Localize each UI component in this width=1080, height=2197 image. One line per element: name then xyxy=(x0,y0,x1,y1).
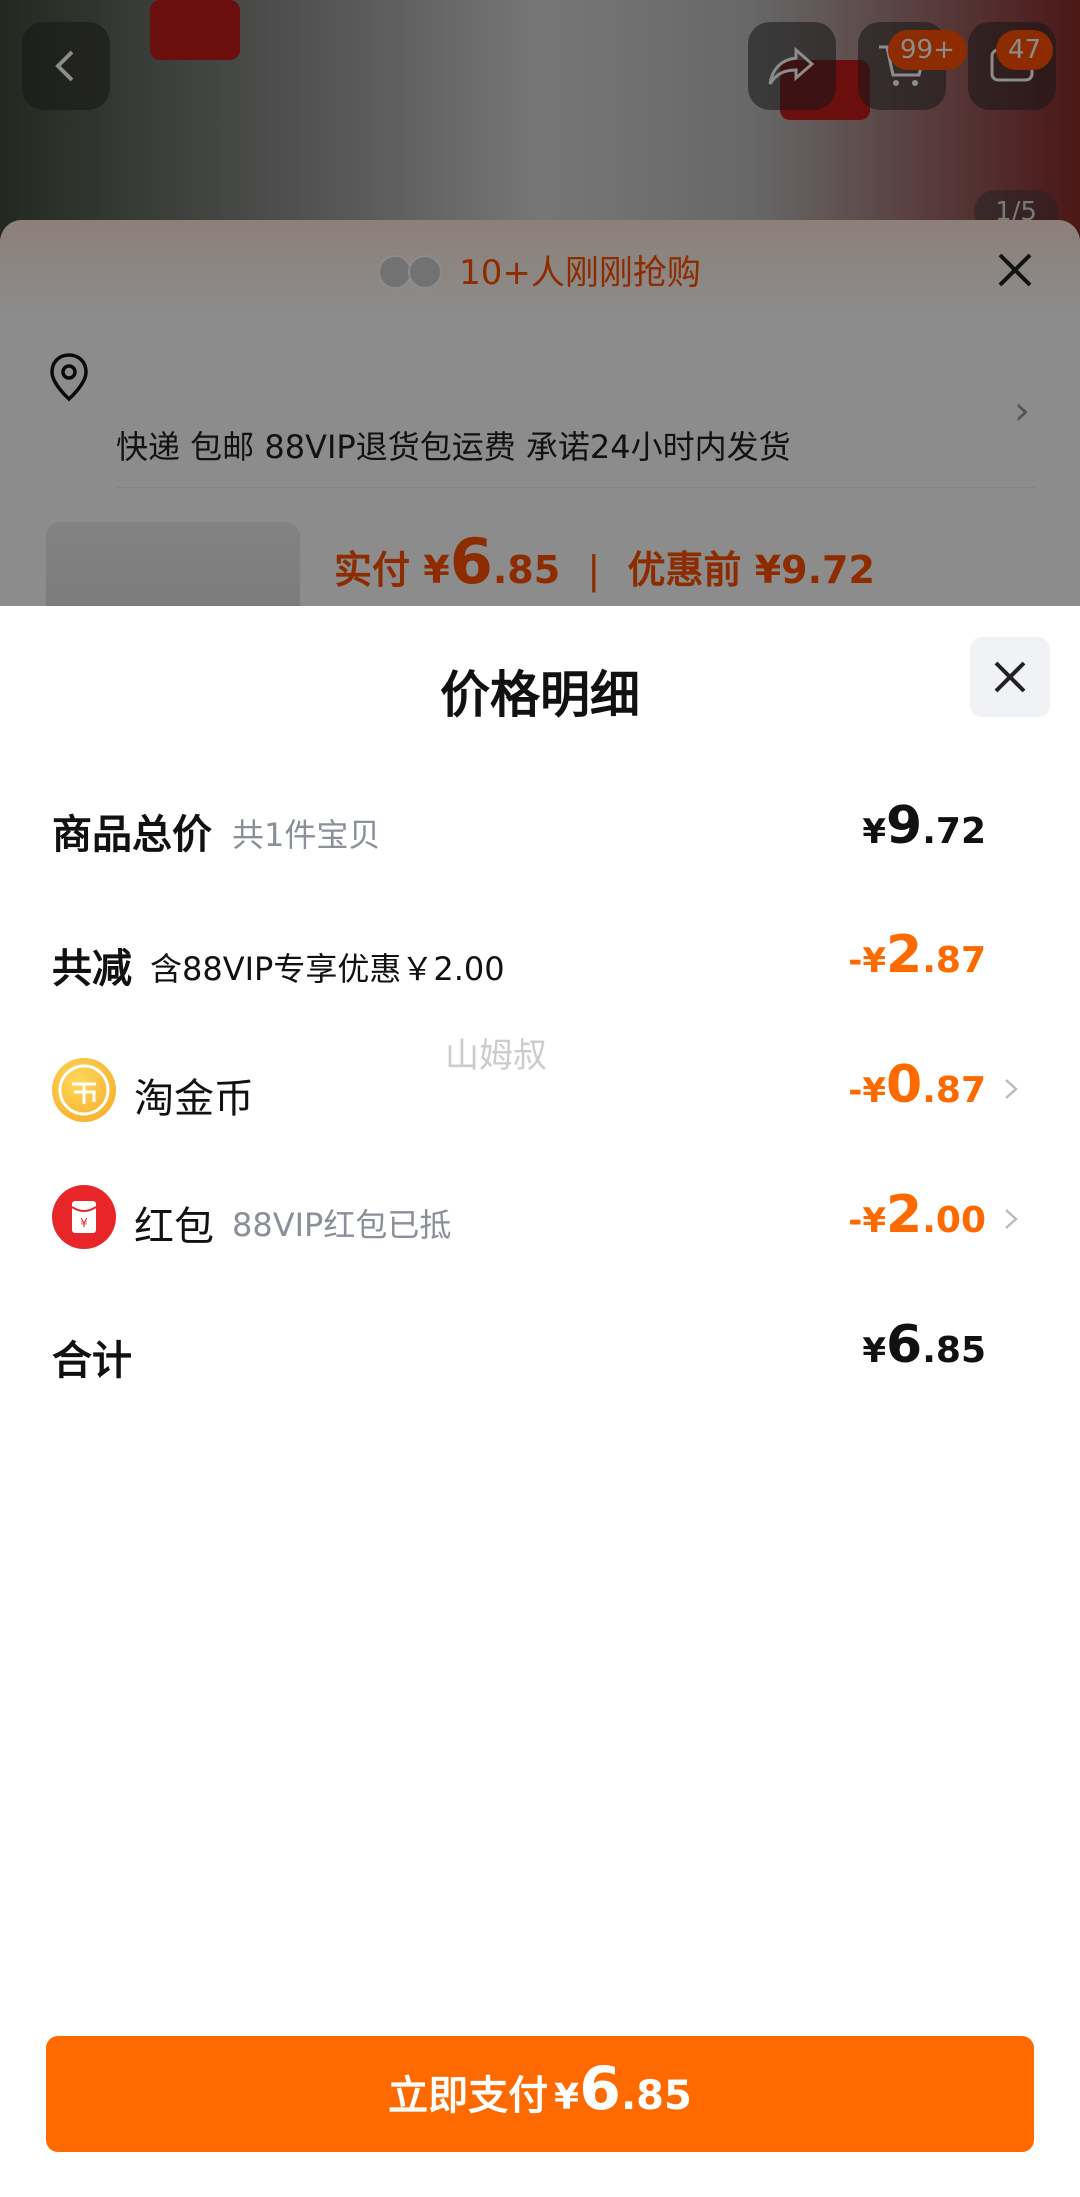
pay-currency: ¥ xyxy=(554,2077,580,2118)
currency: ¥ xyxy=(862,812,887,852)
red-packet-icon: ¥ xyxy=(52,1185,116,1249)
chevron-right-icon[interactable] xyxy=(1000,1208,1022,1230)
red-packet-label[interactable]: 红包 xyxy=(134,1194,214,1252)
goods-count: 共1件宝贝 xyxy=(232,816,381,854)
amount-dec: .87 xyxy=(922,1070,986,1111)
amount-dec: .87 xyxy=(922,940,986,981)
goods-total-amount: ¥9.72 xyxy=(862,796,986,856)
close-icon xyxy=(994,661,1026,693)
total-discount-amount: -¥2.87 xyxy=(848,925,986,985)
red-packet-note: 88VIP红包已抵 xyxy=(232,1206,452,1244)
pay-label: 立即支付 xyxy=(388,2073,549,2119)
modal-close-button[interactable] xyxy=(970,637,1050,717)
pay-now-button[interactable]: 立即支付 ¥6.85 xyxy=(46,2036,1034,2152)
goods-total-label: 商品总价 xyxy=(52,812,212,858)
modal-backdrop[interactable] xyxy=(0,0,1080,606)
svg-text:¥: ¥ xyxy=(80,1216,88,1230)
amount-dec: .85 xyxy=(922,1330,986,1371)
taojinbi-label[interactable]: 淘金币 xyxy=(134,1066,254,1124)
chevron-right-icon[interactable] xyxy=(1000,1078,1022,1100)
amount-int: 2 xyxy=(886,1185,923,1245)
amount-dec: .72 xyxy=(922,811,986,852)
modal-title: 价格明细 xyxy=(440,666,640,724)
amount-int: 2 xyxy=(886,925,923,985)
currency: ¥ xyxy=(862,1331,887,1371)
total-discount-label: 共减 xyxy=(52,946,132,992)
red-packet-amount[interactable]: -¥2.00 xyxy=(848,1185,986,1245)
currency: -¥ xyxy=(848,1071,887,1111)
gold-coin-icon xyxy=(52,1058,116,1122)
taojinbi-amount[interactable]: -¥0.87 xyxy=(848,1055,986,1115)
amount-dec: .00 xyxy=(922,1200,986,1241)
pay-amount-int: 6 xyxy=(579,2054,621,2124)
discount-note: 含88VIP专享优惠￥2.00 xyxy=(150,950,505,988)
currency: -¥ xyxy=(848,941,887,981)
watermark: 山姆叔 xyxy=(445,1036,547,1076)
amount-int: 0 xyxy=(886,1055,923,1115)
currency: -¥ xyxy=(848,1201,887,1241)
amount-int: 9 xyxy=(886,796,923,856)
grand-total-label: 合计 xyxy=(52,1338,132,1384)
grand-total-amount: ¥6.85 xyxy=(862,1315,986,1375)
pay-amount-dec: .85 xyxy=(620,2073,692,2119)
amount-int: 6 xyxy=(886,1315,923,1375)
